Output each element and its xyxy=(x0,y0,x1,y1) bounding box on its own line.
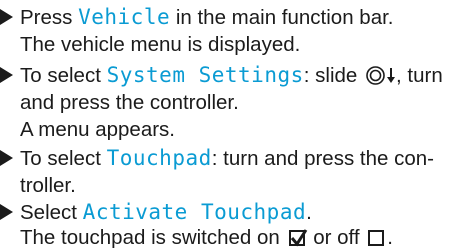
step-text: Select xyxy=(20,201,83,224)
step-text: Press xyxy=(20,6,79,29)
step-result: The touchpad is switched on or off . xyxy=(20,224,393,251)
step-bullet-icon xyxy=(0,150,13,166)
step-text: , turn xyxy=(396,64,443,87)
step-text: : turn and press the con- xyxy=(211,147,434,170)
step-line: and press the controller. xyxy=(20,91,239,114)
step-line: Select Activate Touchpad. xyxy=(20,199,312,226)
step-bullet-icon xyxy=(0,204,13,220)
step-text: To select xyxy=(20,64,107,87)
step-line: troller. xyxy=(20,174,76,197)
checkbox-unchecked-icon xyxy=(368,230,385,246)
step-bullet-icon xyxy=(0,9,13,25)
ui-term-vehicle: Vehicle xyxy=(78,5,171,29)
step-text: or off xyxy=(307,226,366,249)
ui-term-activate-touchpad: Activate Touchpad xyxy=(82,200,307,224)
step-line: To select Touchpad: turn and press the c… xyxy=(20,145,434,172)
arrow-down-icon xyxy=(387,64,396,83)
step-result: A menu appears. xyxy=(20,118,175,141)
step-text: The touchpad is switched on xyxy=(20,226,286,249)
step-text: . xyxy=(387,226,393,249)
step-text: : slide xyxy=(303,64,364,87)
ui-term-system-settings: System Settings xyxy=(106,63,304,87)
instruction-list: Press Vehicle in the main function bar. … xyxy=(0,0,458,251)
step-result: The vehicle menu is displayed. xyxy=(20,33,301,56)
step-bullet-icon xyxy=(0,67,13,83)
ui-term-touchpad: Touchpad xyxy=(106,146,212,170)
step-text: To select xyxy=(20,147,107,170)
controller-slide-icon xyxy=(366,66,385,85)
step-line: To select System Settings: slide , turn xyxy=(20,62,443,89)
step-text: in the main function bar. xyxy=(170,6,394,29)
step-text: . xyxy=(306,201,312,224)
step-line: Press Vehicle in the main function bar. xyxy=(20,4,393,31)
checkbox-checked-icon xyxy=(288,229,307,247)
